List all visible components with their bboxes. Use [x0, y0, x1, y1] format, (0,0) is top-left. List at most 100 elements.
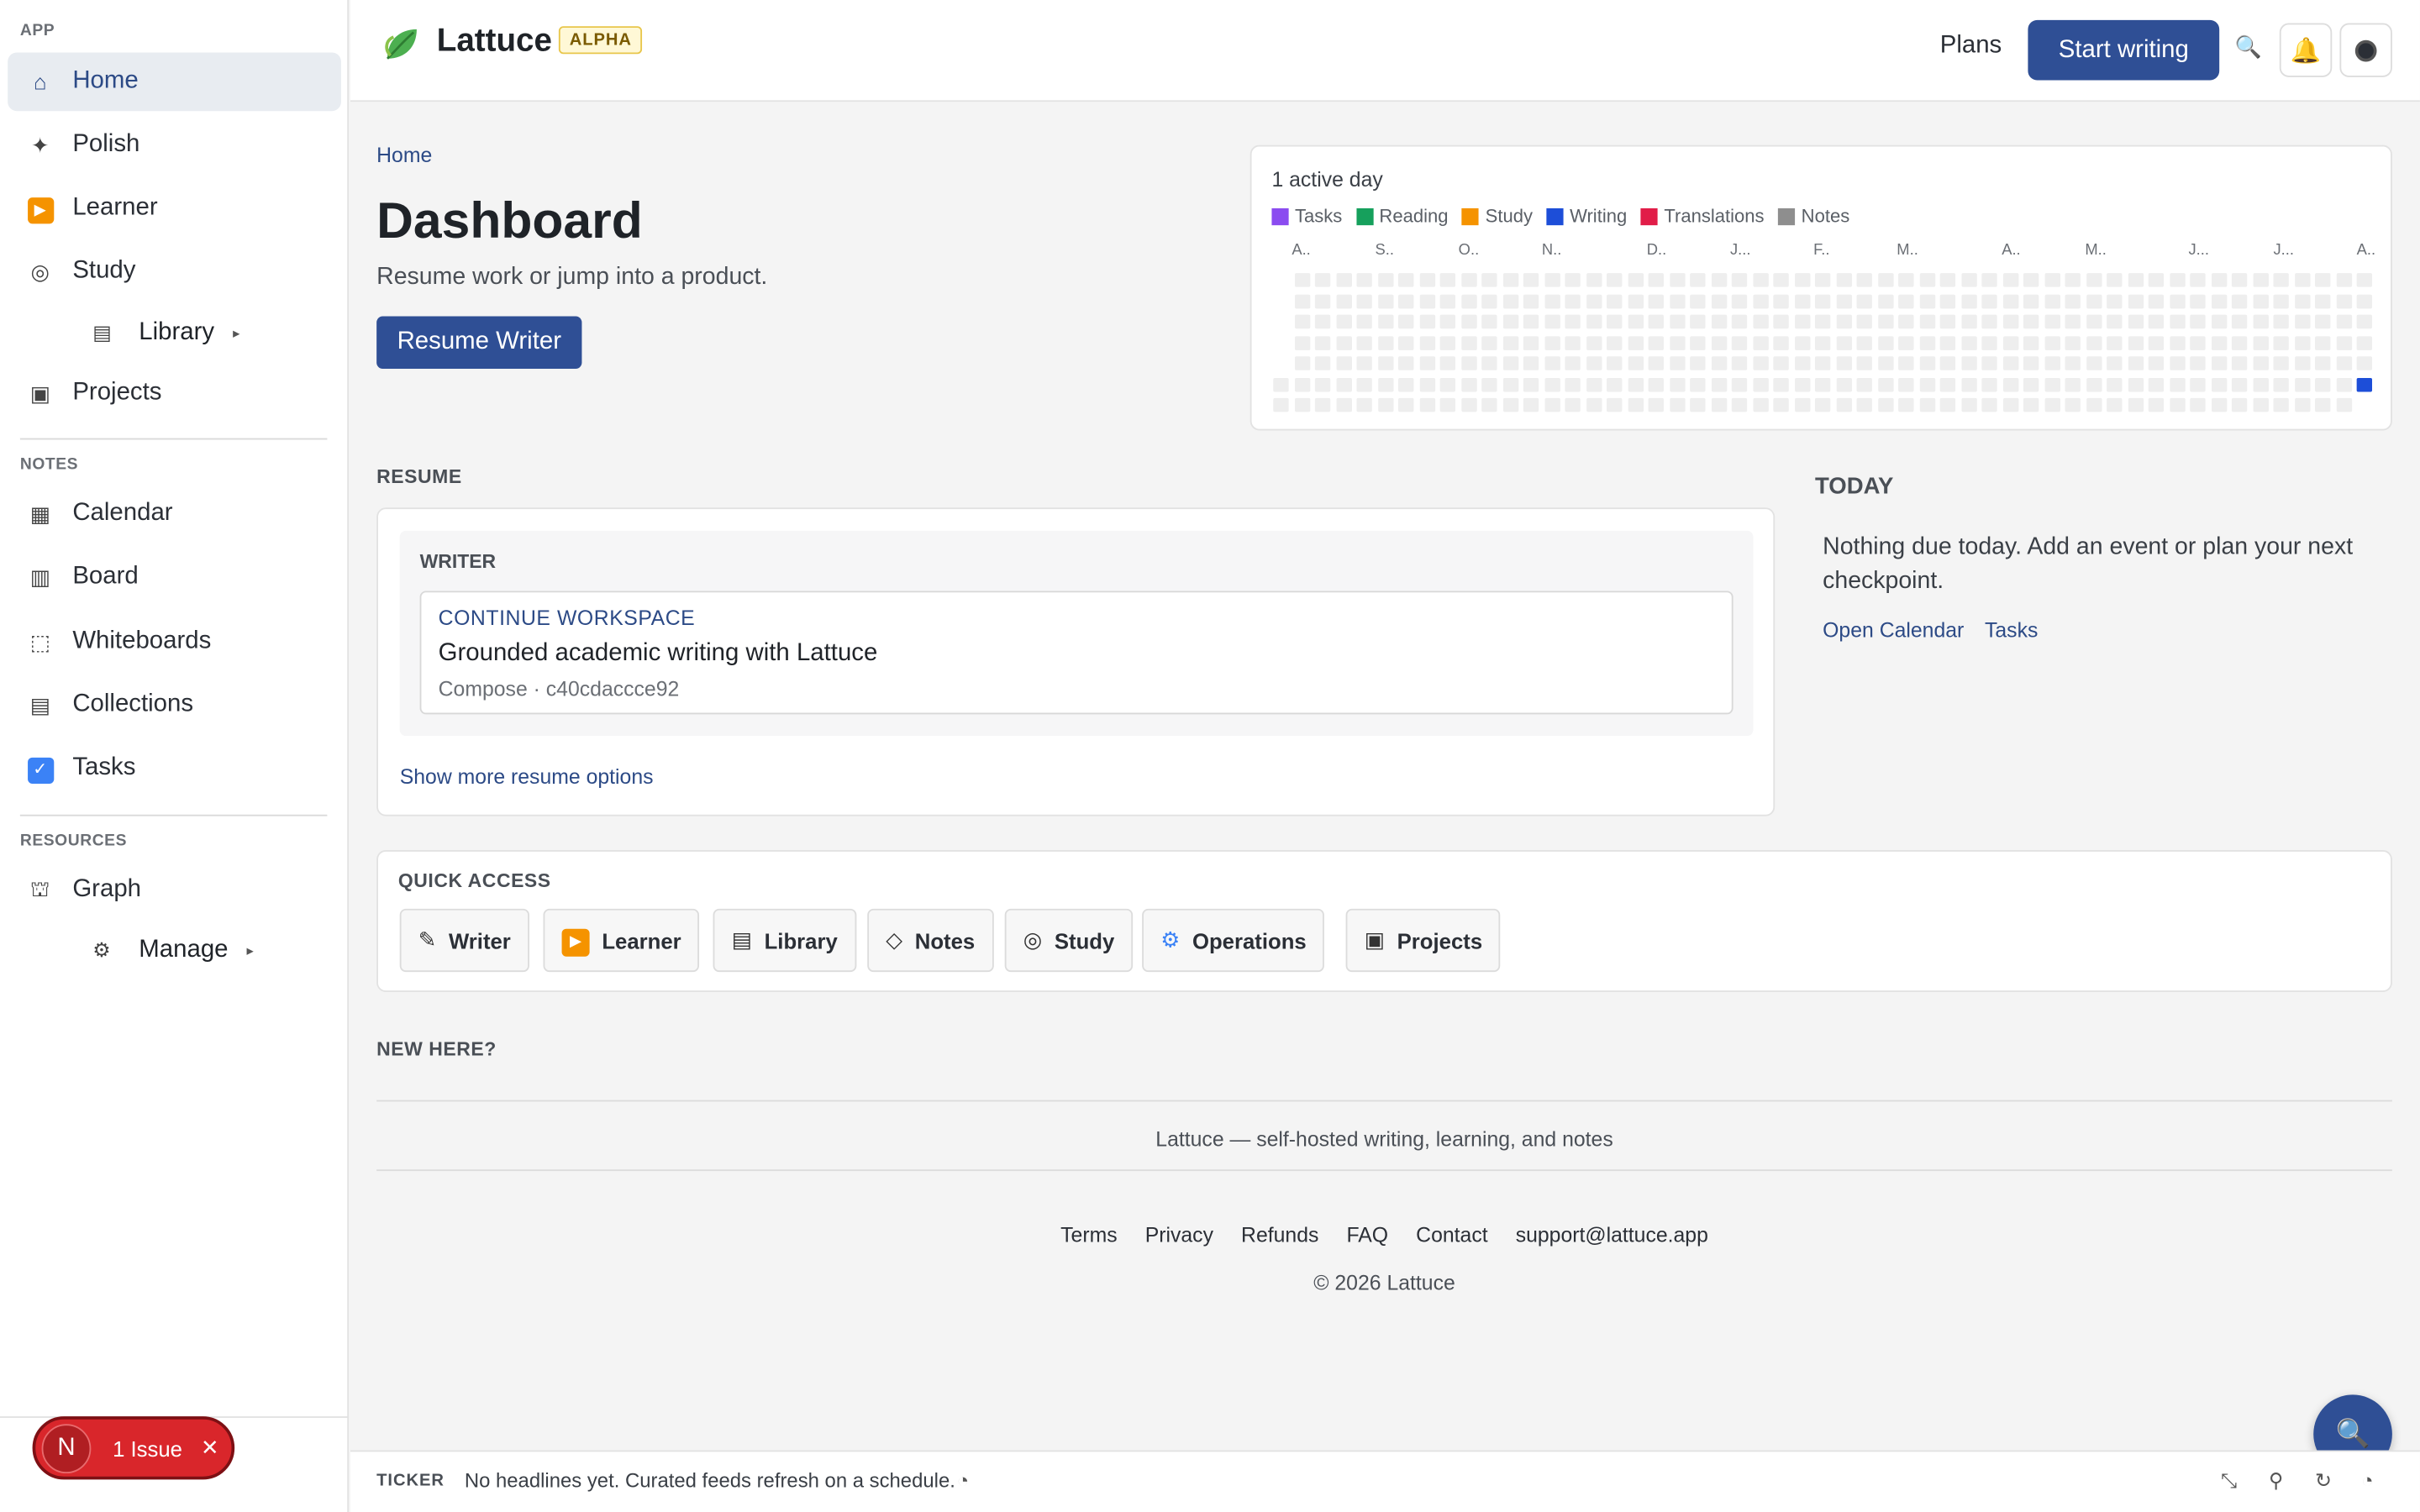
heatmap-cell: [1627, 356, 1644, 370]
heatmap-cell: [1544, 397, 1560, 412]
heatmap-cell: [1502, 293, 1518, 308]
plans-link[interactable]: Plans: [1940, 33, 2002, 60]
heatmap-cell: [1794, 397, 1810, 412]
heatmap-cell: [2023, 356, 2039, 370]
search-icon[interactable]: 🔍: [2235, 34, 2262, 60]
collapse-icon[interactable]: ⤡: [2221, 1469, 2237, 1494]
issue-indicator[interactable]: N 1 Issue ✕: [32, 1416, 235, 1480]
theme-toggle-button[interactable]: [2339, 23, 2392, 77]
month-label: A..: [1292, 242, 1311, 260]
footer-link-faq[interactable]: FAQ: [1346, 1224, 1388, 1247]
month-labels: A.. S.. O.. N.. D.. J... F.. M.. A.. M..…: [1252, 242, 2394, 264]
month-label: J...: [2273, 242, 2294, 260]
footer-link-contact[interactable]: Contact: [1416, 1224, 1487, 1247]
tasks-link[interactable]: Tasks: [1985, 619, 2038, 643]
heatmap-cell: [1439, 377, 1456, 391]
footer-links: Terms Privacy Refunds FAQ Contact suppor…: [376, 1224, 2392, 1247]
legend-swatch: [1640, 207, 1658, 225]
heatmap-cell: [1398, 397, 1414, 412]
heatmap-cell: [2294, 397, 2310, 412]
heatmap-cell: [2169, 356, 2185, 370]
sidebar-item-home[interactable]: ⌂ Home: [8, 52, 341, 112]
quick-access-writer[interactable]: ✎ Writer: [399, 908, 529, 973]
close-icon[interactable]: ✕: [201, 1435, 219, 1461]
sidebar-item-tasks[interactable]: ✓ Tasks: [8, 739, 341, 798]
sidebar-item-graph[interactable]: ⛫ Graph: [8, 861, 341, 920]
quick-access-projects[interactable]: ▣ Projects: [1345, 908, 1502, 973]
quick-access-notes[interactable]: ◇ Notes: [867, 908, 994, 973]
pin-icon[interactable]: ⚲: [2269, 1469, 2284, 1494]
sidebar-item-polish[interactable]: ✦ Polish: [8, 116, 341, 175]
rss-icon[interactable]: ◔: [957, 1469, 969, 1493]
heatmap-cell: [2356, 335, 2373, 350]
footer-link-privacy[interactable]: Privacy: [1145, 1224, 1213, 1247]
heatmap-cell: [1502, 314, 1518, 329]
show-more-resume-link[interactable]: Show more resume options: [400, 765, 654, 789]
sidebar-item-learner[interactable]: ▶ Learner: [8, 179, 341, 238]
continue-workspace-card[interactable]: CONTINUE WORKSPACE Grounded academic wri…: [419, 591, 1733, 715]
heatmap-cell: [1377, 335, 1393, 350]
sidebar-item-manage[interactable]: ⚙ Manage ▸: [92, 927, 254, 974]
quick-access-library[interactable]: ▤ Library: [713, 908, 856, 973]
heatmap-cell: [2065, 335, 2081, 350]
heatmap-cell: [1731, 356, 1748, 370]
heatmap-cell: [2086, 335, 2102, 350]
heatmap-cell: [1335, 273, 1352, 287]
bell-icon[interactable]: 🔔: [2279, 23, 2333, 77]
heatmap-cell: [1648, 356, 1664, 370]
heatmap-cell: [1960, 397, 1976, 412]
heatmap-cell: [1356, 335, 1372, 350]
heatmap-cell: [1773, 356, 1789, 370]
heatmap-cell: [2148, 293, 2165, 308]
open-calendar-link[interactable]: Open Calendar: [1823, 619, 1964, 643]
heatmap-cell: [2315, 293, 2331, 308]
heatmap-cell: [1565, 293, 1581, 308]
expand-arrow-icon[interactable]: ▸: [247, 942, 254, 958]
heatmap-cell: [2169, 273, 2185, 287]
resume-section-label: RESUME: [376, 465, 462, 488]
heatmap-cell: [2127, 293, 2144, 308]
quick-access-learner[interactable]: ▶ Learner: [543, 908, 700, 973]
heatmap-cell: [1690, 356, 1706, 370]
heatmap-cell: [1981, 273, 1997, 287]
collections-icon: ▤: [29, 691, 50, 717]
ticker-label: TICKER: [376, 1472, 445, 1491]
heatmap-cell: [2044, 335, 2060, 350]
heatmap-cell: [1669, 273, 1685, 287]
start-writing-button[interactable]: Start writing: [2028, 19, 2220, 81]
brand-name[interactable]: Lattuce: [437, 24, 552, 60]
heatmap-cell: [2273, 377, 2289, 391]
sidebar-item-whiteboards[interactable]: ⬚ Whiteboards: [8, 612, 341, 671]
heatmap-cell: [2169, 397, 2185, 412]
quick-access-operations[interactable]: ⚙ Operations: [1142, 908, 1325, 973]
sidebar-item-collections[interactable]: ▤ Collections: [8, 675, 341, 734]
refresh-icon[interactable]: ↻: [2315, 1469, 2332, 1494]
feed-icon[interactable]: ◔: [2361, 1469, 2373, 1493]
heatmap-cell: [1627, 314, 1644, 329]
footer-link-refunds[interactable]: Refunds: [1241, 1224, 1318, 1247]
heatmap-cell: [1418, 273, 1435, 287]
footer-link-support-email[interactable]: support@lattuce.app: [1516, 1224, 1708, 1247]
heatmap-cell: [2107, 273, 2123, 287]
heatmap-cell: [1586, 273, 1602, 287]
footer-link-terms[interactable]: Terms: [1060, 1224, 1117, 1247]
graph-icon: ⛫: [29, 875, 50, 900]
heatmap-cell: [1814, 377, 1831, 391]
sidebar-item-projects[interactable]: ▣ Projects: [8, 364, 341, 423]
sidebar-item-study[interactable]: ◎ Study: [8, 242, 341, 301]
breadcrumb[interactable]: Home: [376, 144, 432, 167]
heatmap-cell: [1586, 335, 1602, 350]
expand-arrow-icon[interactable]: ▸: [233, 325, 239, 342]
heatmap-cell: [2211, 314, 2227, 329]
sidebar-item-library[interactable]: ▤ Library ▸: [92, 310, 239, 356]
heatmap-cell: [1752, 314, 1768, 329]
sidebar-item-board[interactable]: ▥ Board: [8, 548, 341, 606]
quick-access-study[interactable]: ◎ Study: [1004, 908, 1134, 973]
sidebar-item-calendar[interactable]: ▦ Calendar: [8, 485, 341, 543]
resume-writer-button[interactable]: Resume Writer: [376, 316, 582, 369]
heatmap-cell: [1918, 377, 1935, 391]
heatmap-cell: [2294, 273, 2310, 287]
ticker-message: No headlines yet. Curated feeds refresh …: [464, 1468, 955, 1493]
heatmap-cell: [1607, 397, 1623, 412]
heatmap-cell: [1752, 335, 1768, 350]
